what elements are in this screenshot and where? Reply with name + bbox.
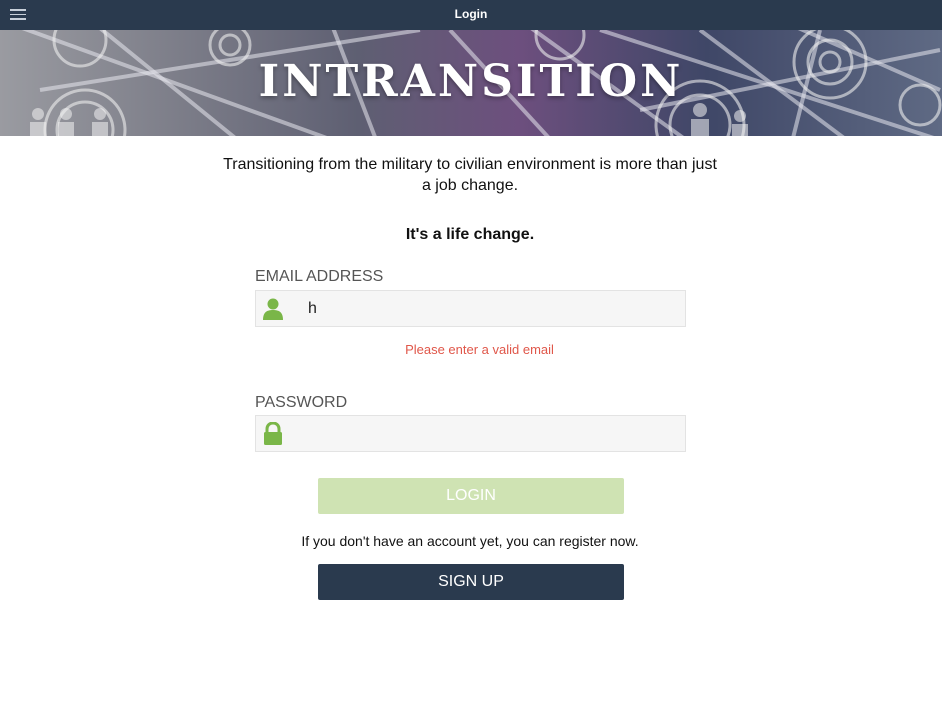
intro-text: Transitioning from the military to civil… [223, 156, 717, 194]
register-prompt: If you don't have an account yet, you ca… [301, 533, 639, 549]
banner-title: INTRANSITION [258, 56, 684, 107]
lock-icon [264, 422, 282, 445]
page-title: Login [454, 7, 488, 21]
password-label: PASSWORD [255, 394, 348, 411]
login-button[interactable]: LOGIN [318, 478, 624, 514]
tagline-text: It's a life change. [405, 226, 535, 243]
password-field[interactable] [255, 415, 686, 452]
email-field[interactable] [255, 290, 686, 327]
signup-button[interactable]: SIGN UP [318, 564, 624, 600]
banner: INTRANSITION [0, 30, 942, 136]
email-error-message: Please enter a valid email [405, 342, 554, 357]
password-input[interactable] [300, 416, 680, 451]
top-bar: Login [0, 0, 942, 30]
email-label: EMAIL ADDRESS [255, 268, 384, 285]
user-icon [263, 298, 283, 320]
email-input[interactable] [300, 291, 680, 326]
